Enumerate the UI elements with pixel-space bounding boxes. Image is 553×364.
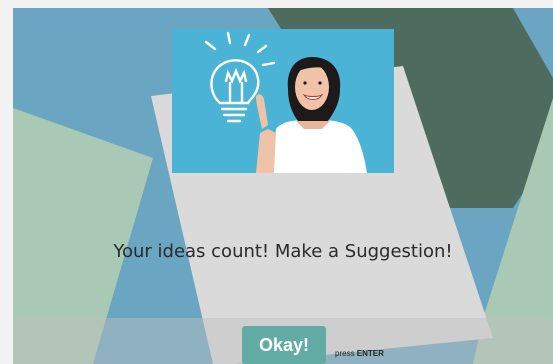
enter-hint: press ENTER	[335, 349, 384, 358]
window-frame: Your ideas count! Make a Suggestion! Oka…	[0, 0, 553, 364]
hero-image	[172, 29, 394, 173]
slide-stage: Your ideas count! Make a Suggestion! Oka…	[13, 8, 553, 364]
woman-with-lightbulb-image	[172, 29, 394, 173]
okay-button[interactable]: Okay!	[242, 326, 326, 364]
suggestion-message: Your ideas count! Make a Suggestion!	[113, 241, 453, 262]
bottom-bar: Okay! press ENTER	[13, 318, 553, 364]
hint-prefix: press	[335, 349, 355, 358]
hint-key: ENTER	[356, 349, 384, 358]
